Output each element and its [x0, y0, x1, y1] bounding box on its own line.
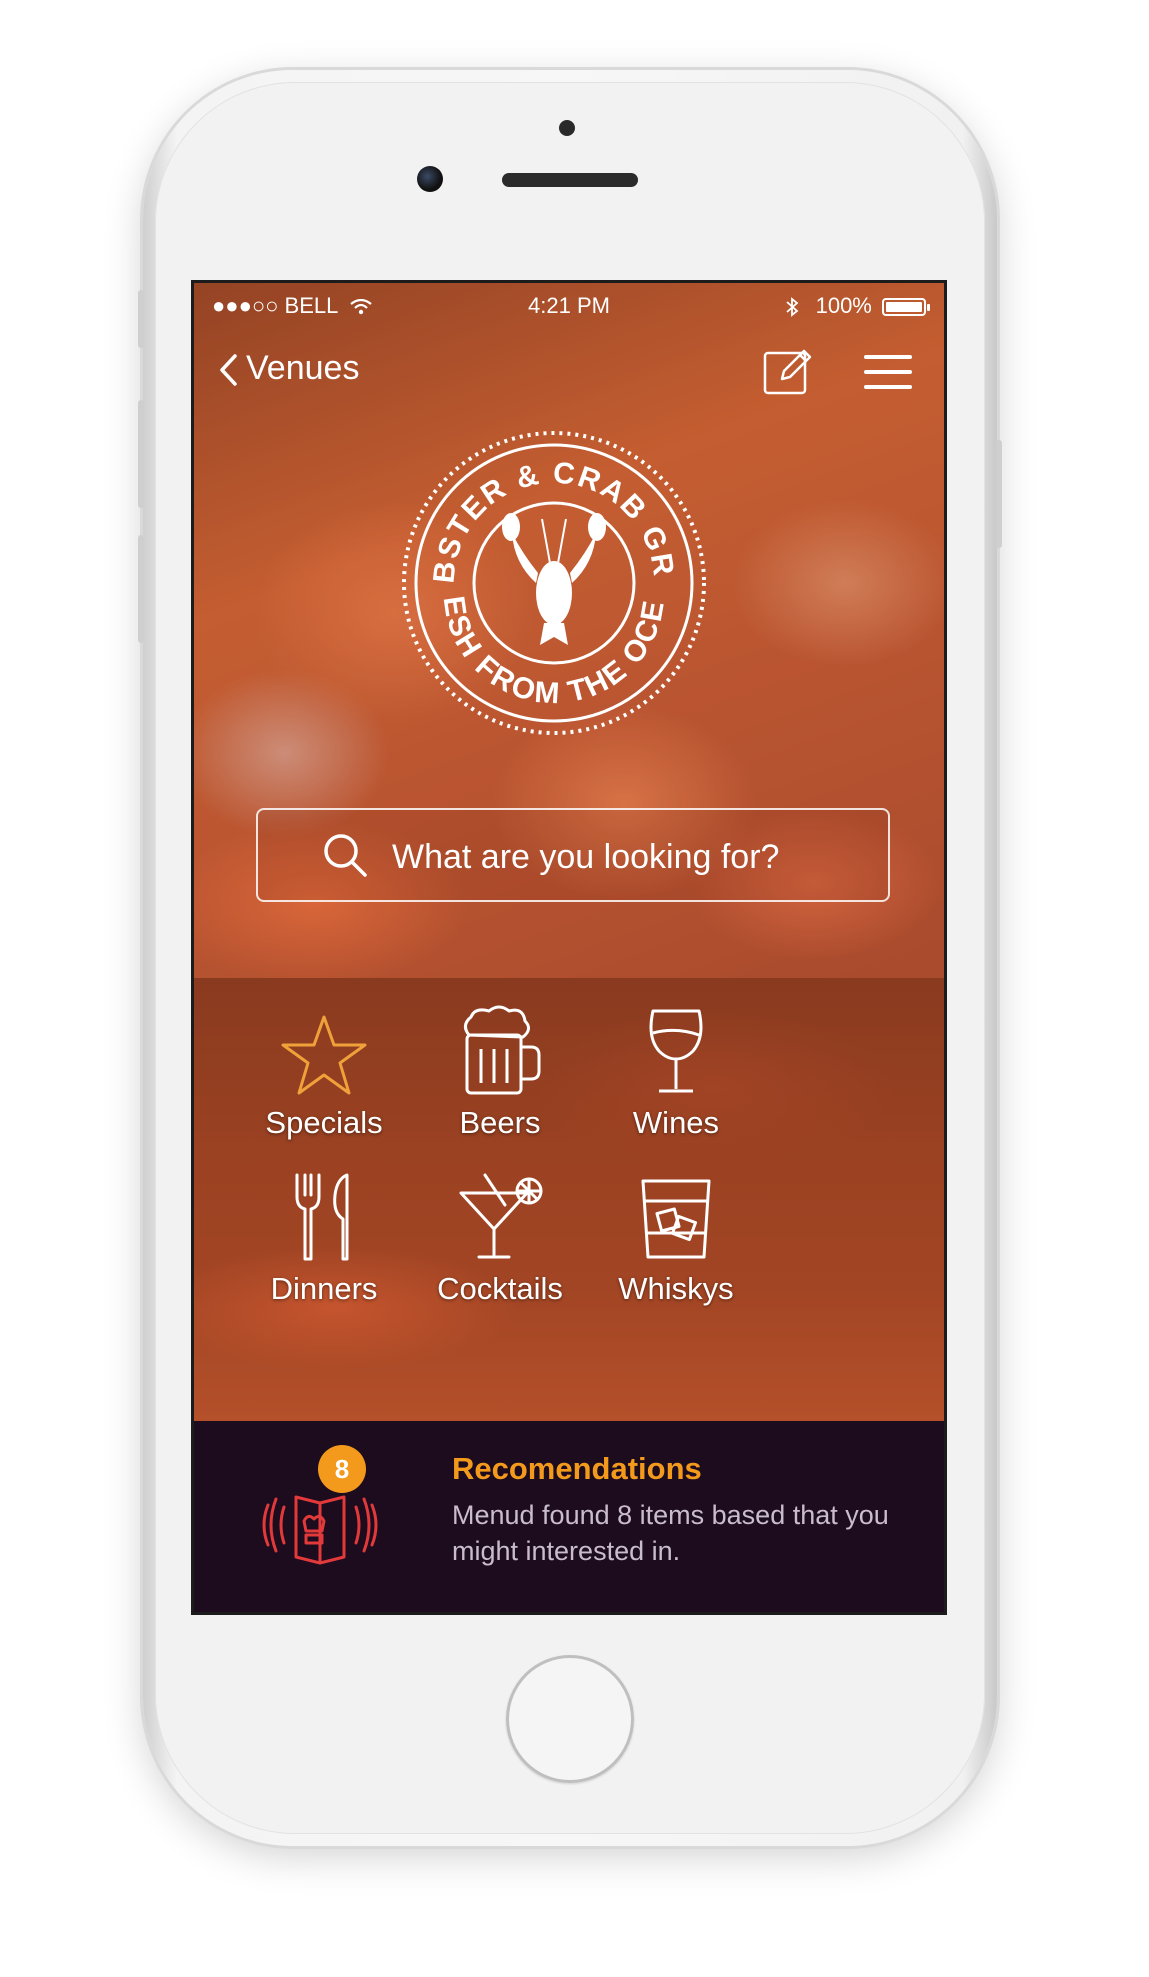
category-wines[interactable]: Wines — [576, 1005, 776, 1141]
search-input[interactable] — [390, 828, 864, 886]
star-icon — [281, 1015, 367, 1095]
category-label: Cocktails — [437, 1271, 563, 1306]
category-whiskys[interactable]: Whiskys — [576, 1171, 776, 1307]
category-specials[interactable]: Specials — [224, 1013, 424, 1141]
edit-button[interactable] — [762, 345, 814, 397]
status-right-group: 100% — [785, 293, 930, 319]
beer-mug-icon — [464, 1005, 541, 1095]
hamburger-icon — [864, 355, 912, 389]
category-cocktails[interactable]: Cocktails — [400, 1171, 600, 1307]
recommendations-panel[interactable]: 8 Recomendations Menud found 8 items bas… — [194, 1421, 944, 1612]
front-camera — [417, 166, 443, 192]
chevron-left-icon — [220, 354, 237, 386]
edit-icon — [763, 349, 812, 395]
earpiece-speaker — [502, 173, 638, 187]
wine-glass-icon — [649, 1009, 703, 1093]
recommendations-count-badge: 8 — [318, 1445, 366, 1493]
home-button[interactable] — [506, 1655, 634, 1783]
category-label: Dinners — [270, 1271, 378, 1306]
category-label: Specials — [265, 1105, 383, 1140]
category-label: Wines — [632, 1105, 720, 1140]
lobster-icon — [502, 513, 606, 645]
volume-up-button — [138, 400, 144, 508]
power-button — [996, 440, 1002, 548]
fork-knife-icon — [295, 1173, 349, 1261]
search-icon — [324, 834, 367, 877]
category-dinners[interactable]: Dinners — [224, 1171, 424, 1307]
volume-down-button — [138, 535, 144, 643]
category-label: Whiskys — [618, 1271, 734, 1306]
category-beers[interactable]: Beers — [400, 1005, 600, 1141]
cocktail-icon — [459, 1173, 543, 1259]
whisky-glass-icon — [641, 1179, 711, 1259]
back-button[interactable]: Venues — [218, 349, 359, 388]
battery-percent: 100% — [815, 293, 872, 318]
hamburger-menu-button[interactable] — [862, 353, 914, 391]
menu-signal-icon — [260, 1465, 380, 1585]
restaurant-logo-badge: LOBSTER & CRAB GRILL FRESH FROM THE OCEA… — [381, 397, 714, 743]
search-box[interactable] — [256, 808, 890, 902]
app-screen: 8 Recomendations Menud found 8 items bas… — [191, 280, 947, 1615]
proximity-sensor — [559, 120, 575, 136]
mute-switch — [138, 290, 144, 348]
back-button-label: Venues — [246, 349, 360, 387]
recommendations-description: Menud found 8 items based that you might… — [452, 1500, 889, 1566]
battery-icon — [882, 298, 930, 317]
bluetooth-icon — [786, 297, 799, 318]
recommendations-title: Recomendations — [452, 1451, 702, 1486]
category-label: Beers — [459, 1105, 541, 1140]
status-bar: ●●●○○ BELL 4:21 PM 100% — [194, 283, 944, 327]
